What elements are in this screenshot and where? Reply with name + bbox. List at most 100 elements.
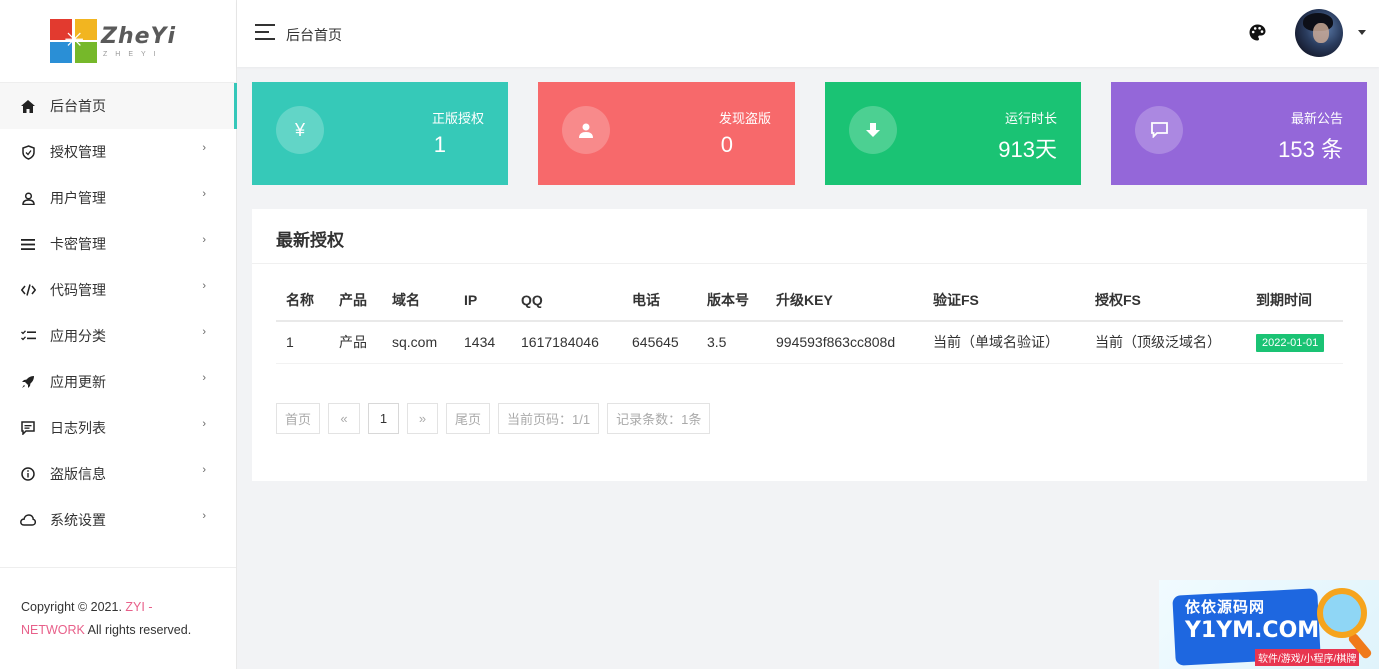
column-header: 域名 (382, 279, 454, 322)
rocket-icon (20, 374, 36, 390)
sidebar-item-label: 卡密管理 (50, 236, 106, 252)
chevron-right-icon: › (202, 234, 206, 246)
menu-toggle-icon[interactable] (255, 24, 275, 40)
stat-value: 1 (433, 132, 446, 157)
stat-label: 最新公告 (1290, 111, 1343, 126)
avatar[interactable] (1295, 9, 1343, 57)
table-cell: 产品 (329, 321, 382, 364)
column-header: 授权FS (1085, 279, 1246, 322)
sidebar-item-categories[interactable]: 应用分类 › (0, 313, 236, 359)
sidebar-item-dashboard[interactable]: 后台首页 (0, 83, 237, 129)
sidebar-item-cards[interactable]: 卡密管理 › (0, 221, 236, 267)
table-cell: 2022-01-01 (1246, 321, 1343, 364)
logo-word: ZheYi (101, 23, 177, 49)
table-cell: 645645 (622, 321, 697, 364)
logo-subtitle: ZHEYI (103, 50, 164, 58)
stat-value: 153 条 (1278, 137, 1343, 162)
page-info: 当前页码：1/1 (498, 403, 600, 434)
sidebar-item-label: 后台首页 (50, 98, 106, 114)
expiry-badge: 2022-01-01 (1256, 333, 1325, 352)
table-cell: 994593f863cc808d (766, 321, 923, 364)
record-info: 记录条数：1条 (607, 403, 711, 434)
column-header: 电话 (622, 279, 697, 322)
table-header-row: 名称 产品 域名 IP QQ 电话 版本号 升级KEY 验证FS 授权FS 到期… (276, 279, 1343, 322)
user-icon (20, 190, 36, 206)
code-icon (20, 282, 36, 298)
chevron-right-icon: › (202, 372, 206, 384)
cloud-icon (20, 512, 36, 528)
caret-down-icon[interactable] (1358, 30, 1366, 35)
next-page-button[interactable]: » (407, 403, 439, 434)
logo[interactable]: ✳ ZheYi ZHEYI (0, 0, 236, 83)
panel-title: 最新授权 (252, 209, 1367, 264)
stat-card-announcements: 最新公告 153 条 (1111, 82, 1367, 185)
first-page-button[interactable]: 首页 (276, 403, 321, 434)
column-header: 升级KEY (766, 279, 923, 322)
sidebar-footer: Copyright © 2021. ZYI - NETWORK All righ… (0, 567, 236, 642)
stat-label: 正版授权 (431, 111, 484, 126)
table-cell: 当前（单域名验证） (923, 321, 1085, 364)
sidebar-item-label: 盗版信息 (50, 466, 106, 482)
sidebar-item-code[interactable]: 代码管理 › (0, 267, 236, 313)
comment-icon (20, 420, 36, 436)
chevron-right-icon: › (202, 464, 206, 476)
stat-label: 运行时长 (1004, 111, 1057, 126)
table-cell: 1434 (454, 321, 511, 364)
column-header: 名称 (276, 279, 329, 322)
logo-mark-icon: ✳ (50, 19, 97, 63)
palette-icon[interactable] (1249, 24, 1266, 41)
chevron-right-icon: › (202, 418, 206, 430)
sidebar-item-settings[interactable]: 系统设置 › (0, 497, 236, 543)
sidebar-item-updates[interactable]: 应用更新 › (0, 359, 236, 405)
prev-page-button[interactable]: « (328, 403, 361, 434)
download-icon (849, 106, 897, 154)
sidebar-menu: 后台首页 授权管理 › 用户管理 › 卡密管理 › 代码管理 › 应用分类 › … (0, 83, 237, 543)
copyright-text: Copyright © 2021. (21, 600, 126, 614)
breadcrumb: 后台首页 (286, 27, 342, 43)
sidebar-item-logs[interactable]: 日志列表 › (0, 405, 236, 451)
table-cell: sq.com (382, 321, 454, 364)
column-header: 产品 (329, 279, 382, 322)
chevron-right-icon: › (202, 510, 206, 522)
chevron-right-icon: › (202, 280, 206, 292)
chevron-right-icon: › (202, 142, 206, 154)
chevron-right-icon: › (202, 326, 206, 338)
column-header: QQ (511, 279, 622, 322)
licenses-table: 名称 产品 域名 IP QQ 电话 版本号 升级KEY 验证FS 授权FS 到期… (276, 279, 1343, 364)
last-page-button[interactable]: 尾页 (446, 403, 491, 434)
sidebar-item-users[interactable]: 用户管理 › (0, 175, 236, 221)
sidebar-item-label: 系统设置 (50, 512, 106, 528)
stat-value: 0 (720, 132, 733, 157)
stat-label: 发现盗版 (718, 111, 771, 126)
sidebar-item-label: 代码管理 (50, 282, 106, 298)
stat-card-licenses: ¥ 正版授权 1 (252, 82, 508, 185)
table-row: 1 产品 sq.com 1434 1617184046 645645 3.5 9… (276, 321, 1343, 364)
magnifier-icon (1317, 588, 1367, 638)
yen-icon: ¥ (276, 106, 324, 154)
list-icon (20, 236, 36, 252)
column-header: 到期时间 (1246, 279, 1343, 322)
table-cell: 3.5 (697, 321, 766, 364)
table-cell: 1617184046 (511, 321, 622, 364)
sidebar-item-label: 应用更新 (50, 374, 106, 390)
rights-text: All rights reserved. (84, 623, 192, 637)
stat-card-piracy: 发现盗版 0 (538, 82, 795, 185)
sidebar-item-label: 用户管理 (50, 190, 106, 206)
table-cell: 1 (276, 321, 329, 364)
top-header: 后台首页 (237, 0, 1379, 67)
sidebar-item-piracy[interactable]: 盗版信息 › (0, 451, 236, 497)
watermark-line1: 依依源码网 (1185, 599, 1266, 616)
watermark-line2: Y1YM.COM (1185, 618, 1320, 643)
column-header: 验证FS (923, 279, 1085, 322)
stat-value: 913天 (998, 137, 1057, 162)
sidebar-item-label: 授权管理 (50, 144, 106, 160)
sidebar-item-label: 应用分类 (50, 328, 106, 344)
sidebar-item-label: 日志列表 (50, 420, 106, 436)
table-cell: 当前（顶级泛域名） (1085, 321, 1246, 364)
user-icon (562, 106, 610, 154)
current-page-button[interactable]: 1 (368, 403, 400, 434)
message-icon (1135, 106, 1183, 154)
column-header: 版本号 (697, 279, 766, 322)
sidebar-item-license[interactable]: 授权管理 › (0, 129, 236, 175)
sidebar: ✳ ZheYi ZHEYI 后台首页 授权管理 › 用户管理 › 卡密管理 › … (0, 0, 237, 669)
